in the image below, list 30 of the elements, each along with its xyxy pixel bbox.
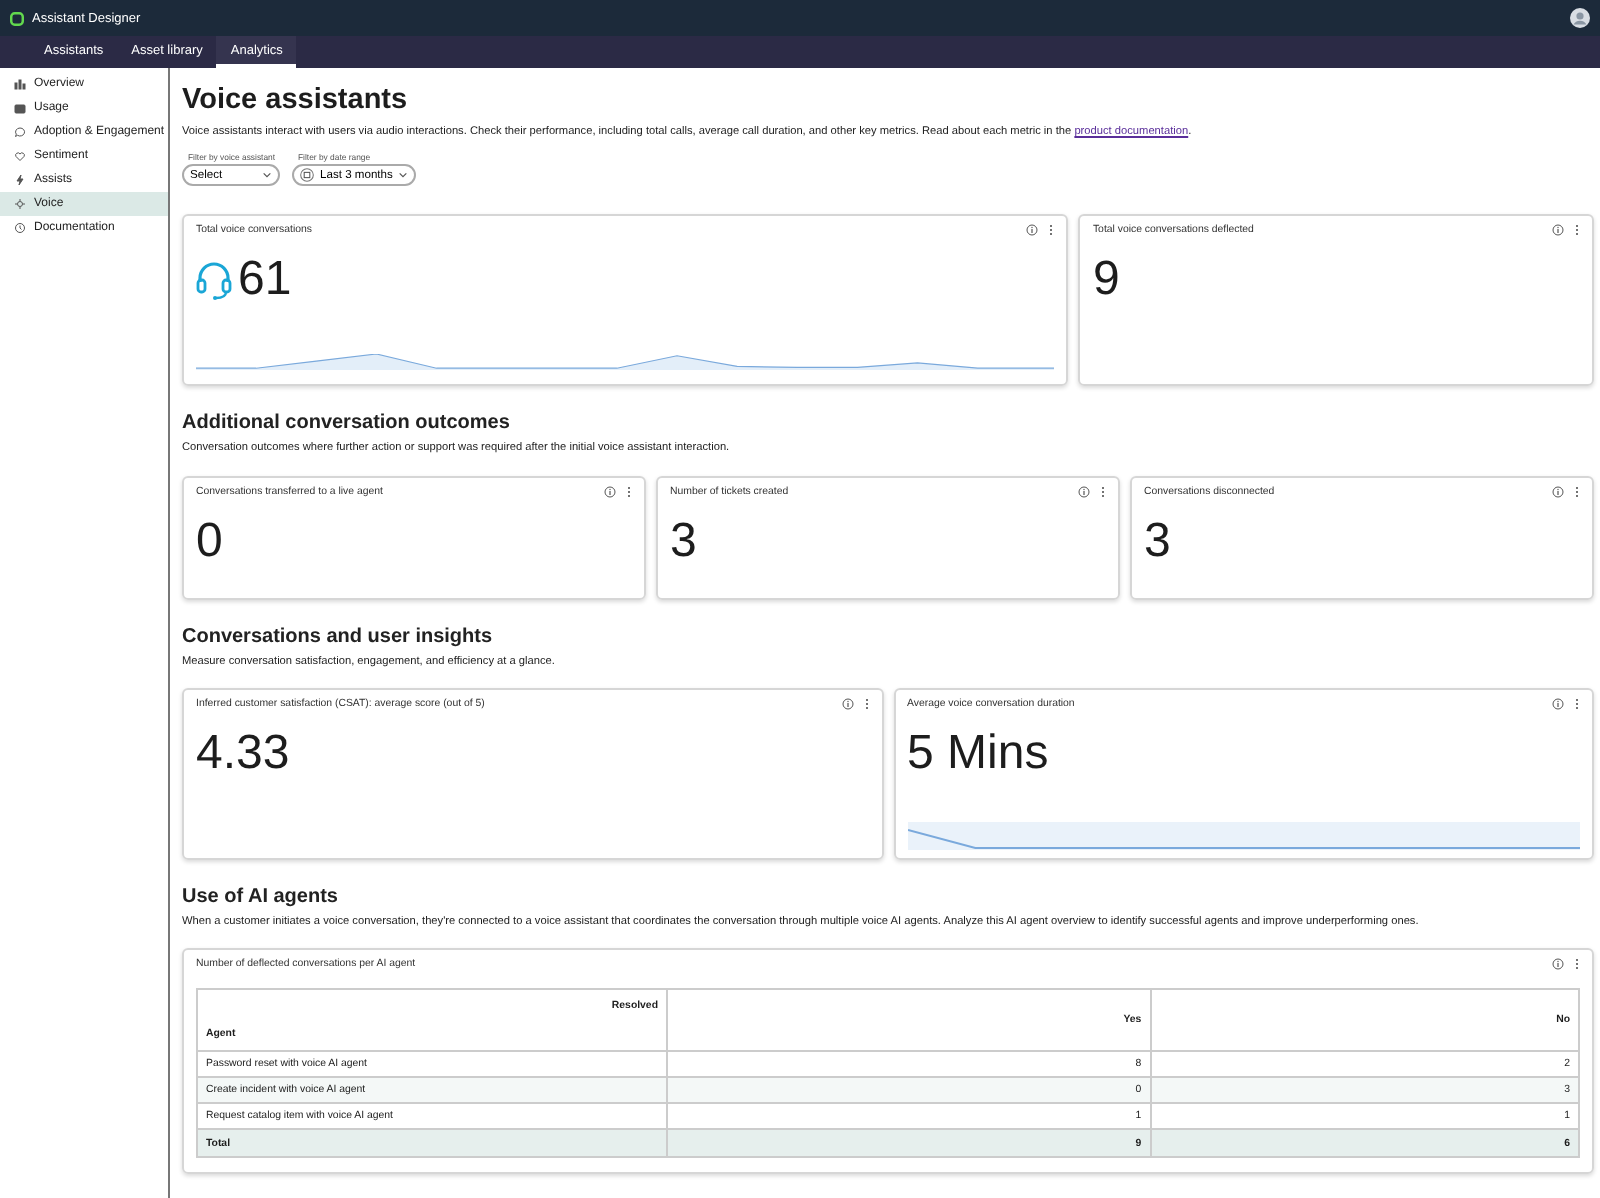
chevron-down-icon <box>398 170 409 181</box>
avatar-icon[interactable] <box>1570 8 1590 28</box>
metric-value: 5 Mins <box>907 729 1049 778</box>
info-icon[interactable] <box>604 485 616 498</box>
metric-value: 4.33 <box>196 729 290 778</box>
bar-chart-icon <box>14 78 26 90</box>
section-title: Conversations and user insights <box>182 625 495 648</box>
chevron-down-icon <box>262 170 272 181</box>
info-icon[interactable] <box>1552 697 1564 710</box>
info-icon[interactable] <box>1552 485 1564 498</box>
page-title: Voice assistants <box>182 84 410 116</box>
info-icon[interactable] <box>1552 224 1564 237</box>
info-icon[interactable] <box>1552 958 1564 971</box>
headset-icon <box>196 260 232 301</box>
logo-icon <box>10 11 24 25</box>
metric-value: 3 <box>1144 517 1171 566</box>
info-icon[interactable] <box>1078 485 1090 498</box>
metric-value: 9 <box>1092 256 1120 305</box>
section-title: Use of AI agents <box>182 885 340 908</box>
info-icon[interactable] <box>841 697 853 710</box>
metric-value: 61 <box>238 256 292 305</box>
chat-bubble-icon <box>14 126 26 138</box>
clock-icon <box>14 222 26 234</box>
info-icon[interactable] <box>1026 224 1039 237</box>
heart-icon <box>14 150 26 162</box>
metric-value: 3 <box>670 517 697 566</box>
section-title: Additional conversation outcomes <box>182 412 512 435</box>
metric-value: 0 <box>196 517 223 566</box>
lightning-icon <box>14 174 26 186</box>
calendar-icon <box>300 168 314 183</box>
